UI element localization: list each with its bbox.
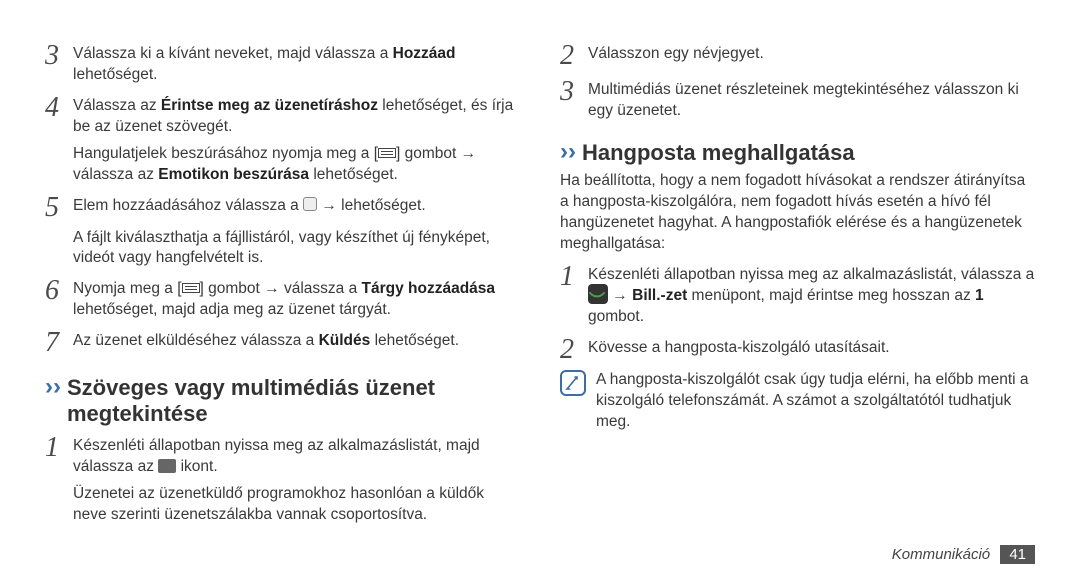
bold: Hozzáad	[393, 45, 456, 62]
left-column: 3 Válassza ki a kívánt neveket, majd vál…	[45, 40, 520, 576]
text: Nyomja meg a [	[73, 280, 182, 297]
text: Az üzenet elküldéséhez válassza a	[73, 332, 319, 349]
step-6: 6 Nyomja meg a [ ] gombot → válassza a Tá…	[45, 275, 520, 321]
section-heading-view-msg: ›› Szöveges vagy multimédiás üzenet megt…	[45, 375, 520, 426]
note-block: A hangposta-kiszolgálót csak úgy tudja e…	[560, 370, 1035, 433]
bold: Bill.-zet	[632, 287, 687, 304]
section-heading-voicemail: ›› Hangposta meghallgatása	[560, 140, 1035, 165]
step-5: 5 Elem hozzáadásához válassza a → lehető…	[45, 192, 520, 222]
attach-icon	[303, 197, 317, 211]
step-r2: 2 Válasszon egy névjegyet.	[560, 40, 1035, 70]
step-a1-detail: Üzenetei az üzenetküldő programokhoz has…	[73, 484, 520, 526]
text: gombot.	[588, 308, 644, 325]
text: Készenléti állapotban nyissa meg az alka…	[73, 437, 480, 475]
step-4: 4 Válassza az Érintse meg az üzenetírásh…	[45, 92, 520, 138]
text: → lehetőséget.	[317, 197, 426, 214]
text: lehetőséget, majd adja meg az üzenet tár…	[73, 301, 391, 318]
section-title: Hangposta meghallgatása	[582, 140, 855, 165]
step-r3: 3 Multimédiás üzenet részleteinek megtek…	[560, 76, 1035, 122]
text: Válassza az	[73, 97, 161, 114]
menu-button-icon	[378, 148, 396, 158]
text: Elem hozzáadásához válassza a	[73, 197, 303, 214]
step-number: 3	[45, 40, 73, 86]
bold: 1	[975, 287, 984, 304]
text: Hangulatjelek beszúrásához nyomja meg a …	[73, 145, 378, 162]
manual-page: 3 Válassza ki a kívánt neveket, majd vál…	[0, 0, 1080, 586]
text: menüpont, majd érintse meg hosszan az	[687, 287, 975, 304]
chevron-icon: ››	[560, 140, 576, 164]
page-footer: Kommunikáció 41	[892, 545, 1035, 564]
step-number: 1	[45, 432, 73, 478]
bold: Emotikon beszúrása	[158, 166, 309, 183]
step-text: Válassza az Érintse meg az üzenetíráshoz…	[73, 92, 520, 138]
text: Készenléti állapotban nyissa meg az alka…	[588, 266, 1034, 283]
text: ikont.	[176, 458, 217, 475]
note-icon	[560, 370, 586, 396]
text: ] gombot → válassza a	[200, 280, 362, 297]
step-number: 5	[45, 192, 73, 222]
text: lehetőséget.	[370, 332, 459, 349]
chevron-icon: ››	[45, 375, 61, 399]
step-5-detail: A fájlt kiválaszthatja a fájllistáról, v…	[73, 228, 520, 270]
step-b2: 2 Kövesse a hangposta-kiszolgáló utasítá…	[560, 334, 1035, 364]
step-number: 3	[560, 76, 588, 122]
voicemail-intro: Ha beállította, hogy a nem fogadott hívá…	[560, 171, 1035, 255]
text: lehetőséget.	[73, 66, 157, 83]
step-number: 6	[45, 275, 73, 321]
footer-label: Kommunikáció	[892, 546, 990, 563]
step-number: 4	[45, 92, 73, 138]
step-3: 3 Válassza ki a kívánt neveket, majd vál…	[45, 40, 520, 86]
step-text: Válassza ki a kívánt neveket, majd válas…	[73, 40, 520, 86]
text: Válassza ki a kívánt neveket, majd válas…	[73, 45, 393, 62]
text: →	[608, 287, 632, 304]
step-4-detail: Hangulatjelek beszúrásához nyomja meg a …	[73, 144, 520, 186]
step-a1: 1 Készenléti állapotban nyissa meg az al…	[45, 432, 520, 478]
step-number: 2	[560, 334, 588, 364]
text: lehetőséget.	[309, 166, 398, 183]
step-number: 7	[45, 327, 73, 357]
note-text: A hangposta-kiszolgálót csak úgy tudja e…	[596, 370, 1035, 433]
step-number: 2	[560, 40, 588, 70]
step-number: 1	[560, 261, 588, 328]
step-text: Kövesse a hangposta-kiszolgáló utasítása…	[588, 334, 1035, 364]
step-text: Multimédiás üzenet részleteinek megtekin…	[588, 76, 1035, 122]
step-text: Készenléti állapotban nyissa meg az alka…	[588, 261, 1035, 328]
step-7: 7 Az üzenet elküldéséhez válassza a Küld…	[45, 327, 520, 357]
messaging-icon	[158, 459, 176, 473]
bold: Küldés	[319, 332, 371, 349]
step-text: Az üzenet elküldéséhez válassza a Küldés…	[73, 327, 520, 357]
step-text: Válasszon egy névjegyet.	[588, 40, 1035, 70]
right-column: 2 Válasszon egy névjegyet. 3 Multimédiás…	[560, 40, 1035, 576]
step-b1: 1 Készenléti állapotban nyissa meg az al…	[560, 261, 1035, 328]
page-number: 41	[1000, 545, 1035, 564]
bold: Tárgy hozzáadása	[362, 280, 496, 297]
step-text: Készenléti állapotban nyissa meg az alka…	[73, 432, 520, 478]
menu-button-icon	[182, 283, 200, 293]
bold: Érintse meg az üzenetíráshoz	[161, 97, 378, 114]
step-text: Elem hozzáadásához válassza a → lehetősé…	[73, 192, 520, 222]
step-text: Nyomja meg a [ ] gombot → válassza a Tárg…	[73, 275, 520, 321]
section-title: Szöveges vagy multimédiás üzenet megteki…	[67, 375, 520, 426]
phone-icon	[588, 284, 608, 304]
